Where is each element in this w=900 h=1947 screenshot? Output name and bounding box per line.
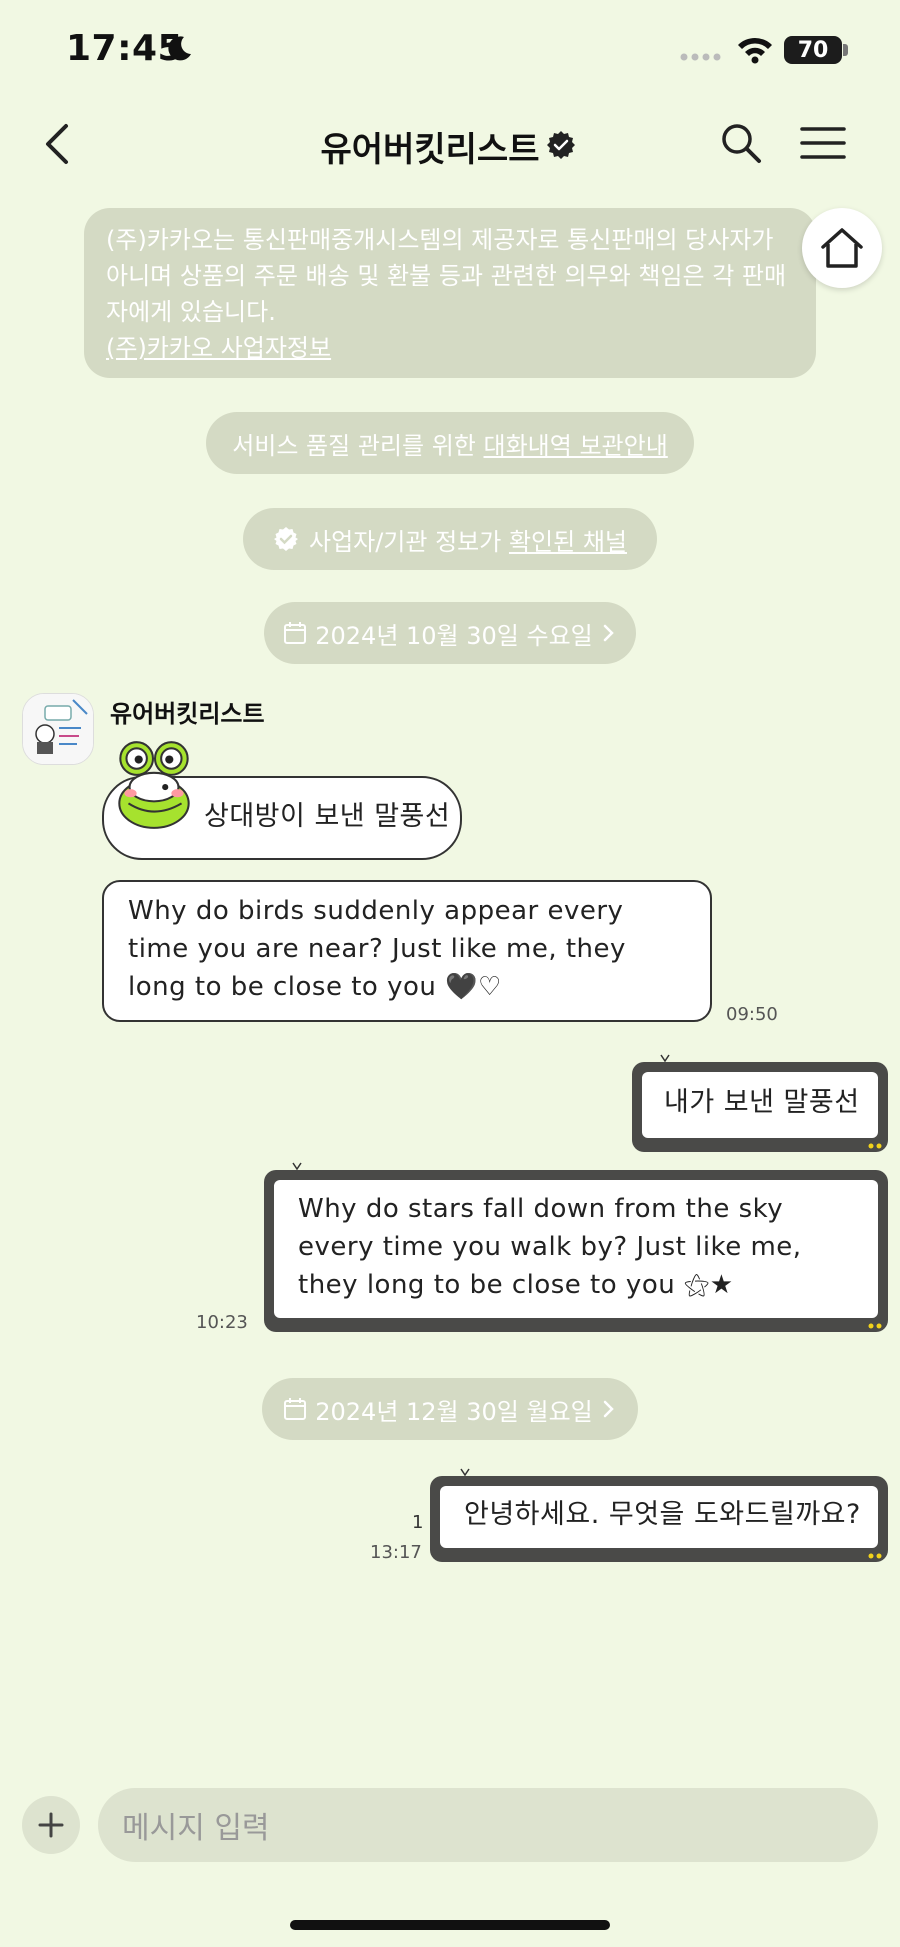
message-line: Why do stars fall down from the sky bbox=[298, 1194, 784, 1224]
accent-dots-icon bbox=[868, 1553, 882, 1559]
message-time: 13:17 bbox=[370, 1542, 422, 1563]
verified-check-icon bbox=[273, 527, 298, 551]
chat-history-notice: 서비스 품질 관리를 위한 대화내역 보관안내 bbox=[206, 412, 694, 474]
date-label: 2024년 12월 30일 월요일 bbox=[315, 1397, 593, 1426]
notice-line: (주)카카오는 통신판매중개시스템의 제공자로 통신판매의 당사자가 bbox=[106, 226, 774, 254]
unread-count: 1 bbox=[412, 1512, 424, 1533]
message-line: every time you walk by? Just like me, bbox=[298, 1232, 802, 1262]
date-divider[interactable]: 2024년 12월 30일 월요일 bbox=[262, 1378, 638, 1440]
message-line: Why do birds suddenly appear every bbox=[128, 896, 624, 926]
message-time: 10:23 bbox=[196, 1312, 248, 1333]
input-placeholder: 메시지 입력 bbox=[122, 1811, 270, 1846]
home-icon bbox=[821, 228, 863, 268]
verified-channel-link[interactable]: 확인된 채널 bbox=[509, 522, 627, 557]
notice-line: 자에게 있습니다. bbox=[106, 298, 276, 326]
chevron-right-icon bbox=[603, 1400, 614, 1418]
attach-button[interactable] bbox=[22, 1796, 80, 1854]
search-icon[interactable] bbox=[718, 120, 764, 166]
message-text: 안녕하세요. 무엇을 도와드릴까요? bbox=[464, 1499, 861, 1530]
notice-line: 아니며 상품의 주문 배송 및 환불 등과 관련한 의무와 책임은 각 판매 bbox=[106, 262, 787, 290]
incoming-bubble[interactable]: Why do birds suddenly appear every time … bbox=[102, 880, 712, 1022]
message-text: 내가 보낸 말풍선 bbox=[664, 1087, 860, 1118]
commerce-notice: (주)카카오는 통신판매중개시스템의 제공자로 통신판매의 당사자가 아니며 상… bbox=[84, 208, 816, 378]
outgoing-bubble[interactable]: 안녕하세요. 무엇을 도와드릴까요? bbox=[430, 1476, 888, 1562]
avatar-image bbox=[23, 694, 93, 764]
outgoing-bubble[interactable]: 내가 보낸 말풍선 bbox=[632, 1062, 888, 1152]
hamburger-menu-icon[interactable] bbox=[800, 125, 846, 161]
chevron-right-icon bbox=[603, 624, 614, 642]
verified-channel-notice: 사업자/기관 정보가 확인된 채널 bbox=[243, 508, 657, 570]
chat-title: 유어버킷리스트 bbox=[320, 130, 540, 170]
calendar-icon bbox=[284, 622, 307, 644]
tail-mark-icon bbox=[660, 1054, 670, 1062]
message-text: 상대방이 보낸 말풍선 bbox=[204, 801, 451, 832]
tail-mark-icon bbox=[460, 1468, 470, 1476]
battery-cap bbox=[843, 44, 848, 56]
accent-dots-icon bbox=[868, 1323, 882, 1329]
tail-mark-icon bbox=[292, 1162, 302, 1170]
message-input[interactable]: 메시지 입력 bbox=[98, 1788, 878, 1862]
home-indicator bbox=[290, 1920, 610, 1930]
sender-name: 유어버킷리스트 bbox=[110, 700, 265, 728]
accent-dots-icon bbox=[868, 1143, 882, 1149]
message-line: long to be close to you 🖤♡ bbox=[128, 972, 502, 1002]
frog-sticker-icon bbox=[118, 741, 190, 829]
outgoing-bubble[interactable]: Why do stars fall down from the sky ever… bbox=[264, 1170, 888, 1332]
message-line: time you are near? Just like me, they bbox=[128, 934, 626, 964]
wifi-icon bbox=[738, 37, 772, 64]
verified-badge-icon bbox=[547, 131, 575, 159]
notice-text: 사업자/기관 정보가 bbox=[308, 527, 509, 556]
notice-text: 서비스 품질 관리를 위한 bbox=[232, 431, 484, 460]
date-divider[interactable]: 2024년 10월 30일 수요일 bbox=[264, 602, 636, 664]
battery-indicator: 70 bbox=[784, 36, 842, 64]
cellular-signal-icon bbox=[680, 53, 721, 61]
message-time: 09:50 bbox=[726, 1004, 778, 1025]
message-line: they long to be close to you ⚝★ bbox=[298, 1270, 734, 1300]
sender-avatar[interactable] bbox=[22, 693, 94, 765]
chat-history-link[interactable]: 대화내역 보관안내 bbox=[484, 426, 668, 461]
date-label: 2024년 10월 30일 수요일 bbox=[315, 621, 593, 650]
business-info-link[interactable]: (주)카카오 사업자정보 bbox=[106, 330, 794, 366]
moon-icon bbox=[168, 36, 191, 61]
plus-icon bbox=[38, 1812, 64, 1838]
calendar-icon bbox=[284, 1398, 307, 1420]
home-button[interactable] bbox=[802, 208, 882, 288]
